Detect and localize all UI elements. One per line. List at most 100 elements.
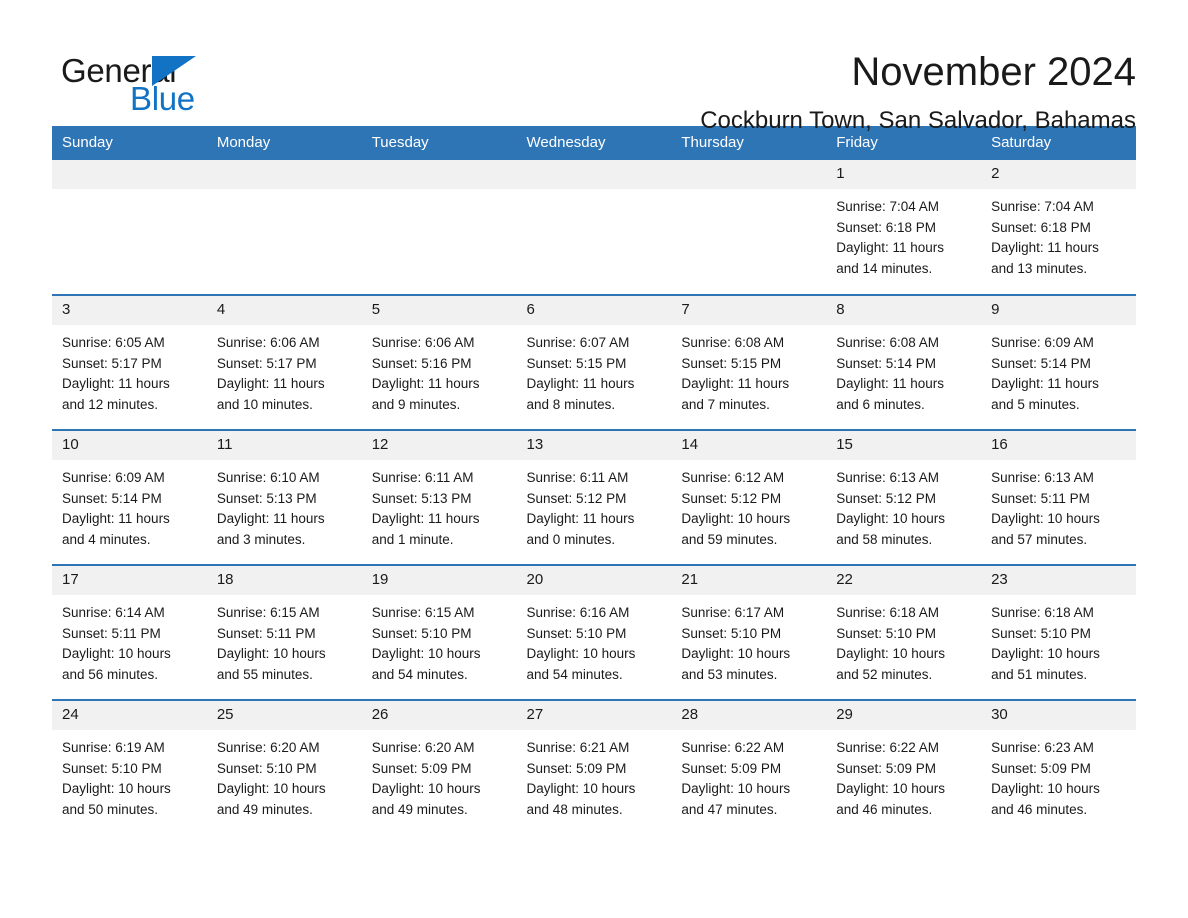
calendar-day-cell[interactable]: 24 Sunrise: 6:19 AM Sunset: 5:10 PM Dayligh… [52, 699, 207, 835]
daylight-text-line2: and 58 minutes. [836, 531, 933, 547]
daylight-text-line2: and 4 minutes. [62, 531, 151, 547]
daylight-text-line1: Daylight: 10 hours [991, 781, 1100, 796]
calendar-day-cell[interactable]: 8 Sunrise: 6:08 AM Sunset: 5:14 PM Daylight… [826, 294, 982, 430]
sunrise-text: Sunrise: 6:07 AM [526, 335, 630, 350]
calendar-day-cell[interactable]: 7 Sunrise: 6:08 AM Sunset: 5:15 PM Daylight… [671, 294, 827, 430]
day-number: 13 [516, 431, 672, 460]
day-number: 4 [206, 296, 362, 325]
calendar-day-cell[interactable]: 22 Sunrise: 6:18 AM Sunset: 5:10 PM Dayligh… [826, 564, 982, 700]
calendar-table: Sunday Monday Tuesday Wednesday Thursday Frid… [52, 126, 1136, 835]
daylight-text-line1: Daylight: 10 hours [681, 511, 791, 526]
sunrise-text: Sunrise: 6:09 AM [991, 335, 1094, 350]
calendar-week-row: 1 Sunrise: 7:04 AM Sunset: 6:18 PM Daylight… [52, 160, 1136, 295]
day-details: Sunrise: 6:13 AM Sunset: 5:12 PM Daylight:… [826, 460, 981, 550]
sunrise-text: Sunrise: 6:10 AM [216, 470, 320, 485]
calendar-day-cell[interactable]: 19 Sunrise: 6:15 AM Sunset: 5:10 PM Dayligh… [361, 564, 517, 700]
day-number [52, 160, 207, 189]
day-number: 26 [361, 701, 517, 730]
sunrise-text: Sunrise: 6:18 AM [991, 605, 1094, 620]
daylight-text-line2: and 54 minutes. [526, 666, 623, 682]
day-number: 23 [981, 566, 1136, 595]
daylight-text-line2: and 14 minutes. [836, 260, 933, 276]
calendar-day-cell[interactable]: 20 Sunrise: 6:16 AM Sunset: 5:10 PM Dayligh… [516, 564, 672, 700]
calendar-day-cell[interactable]: 9 Sunrise: 6:09 AM Sunset: 5:14 PM Daylight… [981, 294, 1136, 430]
daylight-text-line1: Daylight: 10 hours [62, 781, 171, 796]
day-details: Sunrise: 6:13 AM Sunset: 5:11 PM Daylight:… [981, 460, 1136, 550]
daylight-text-line1: Daylight: 11 hours [526, 511, 635, 526]
day-number: 12 [361, 431, 517, 460]
calendar-day-cell[interactable]: 13 Sunrise: 6:11 AM Sunset: 5:12 PM Dayligh… [516, 429, 672, 565]
calendar-page: General Blue November 2024 Cockburn Town… [0, 0, 1188, 918]
calendar-cell-empty [516, 160, 672, 295]
calendar-day-cell[interactable]: 15 Sunrise: 6:13 AM Sunset: 5:12 PM Dayligh… [826, 429, 982, 565]
sunset-text: Sunset: 5:11 PM [991, 490, 1090, 506]
calendar-day-cell[interactable]: 25 Sunrise: 6:20 AM Sunset: 5:10 PM Dayligh… [206, 699, 362, 835]
calendar-day-cell[interactable]: 17 Sunrise: 6:14 AM Sunset: 5:11 PM Dayligh… [52, 564, 207, 700]
sunrise-text: Sunrise: 6:21 AM [526, 740, 630, 755]
sunrise-text: Sunrise: 6:11 AM [371, 470, 474, 485]
calendar-day-cell[interactable]: 29 Sunrise: 6:22 AM Sunset: 5:09 PM Dayligh… [826, 699, 982, 835]
logo-text-blue: Blue [130, 80, 195, 117]
day-number: 10 [52, 431, 207, 460]
daylight-text-line2: and 1 minute. [371, 531, 454, 547]
day-number: 30 [981, 701, 1136, 730]
daylight-text-line1: Daylight: 11 hours [991, 376, 1099, 391]
sunrise-text: Sunrise: 7:04 AM [991, 199, 1094, 214]
calendar-day-cell[interactable]: 18 Sunrise: 6:15 AM Sunset: 5:11 PM Dayligh… [206, 564, 362, 700]
calendar-day-cell[interactable]: 11 Sunrise: 6:10 AM Sunset: 5:13 PM Dayligh… [206, 429, 362, 565]
calendar-day-cell[interactable]: 16 Sunrise: 6:13 AM Sunset: 5:11 PM Dayligh… [981, 429, 1136, 565]
calendar-day-cell[interactable]: 2 Sunrise: 7:04 AM Sunset: 6:18 PM Daylight… [981, 160, 1136, 295]
calendar-day-cell[interactable]: 27 Sunrise: 6:21 AM Sunset: 5:09 PM Dayligh… [516, 699, 672, 835]
calendar-day-cell[interactable]: 14 Sunrise: 6:12 AM Sunset: 5:12 PM Dayligh… [671, 429, 827, 565]
daylight-text-line1: Daylight: 11 hours [371, 511, 480, 526]
sunrise-text: Sunrise: 6:08 AM [836, 335, 940, 350]
day-details: Sunrise: 6:06 AM Sunset: 5:17 PM Daylight:… [207, 325, 362, 415]
calendar-day-cell[interactable]: 21 Sunrise: 6:17 AM Sunset: 5:10 PM Dayligh… [671, 564, 827, 700]
calendar-day-cell[interactable]: 6 Sunrise: 6:07 AM Sunset: 5:15 PM Daylight… [516, 294, 672, 430]
calendar-day-cell[interactable]: 3 Sunrise: 6:05 AM Sunset: 5:17 PM Daylight… [52, 294, 207, 430]
sunset-text: Sunset: 5:09 PM [991, 760, 1091, 776]
daylight-text-line2: and 6 minutes. [836, 396, 925, 412]
calendar-day-cell[interactable]: 12 Sunrise: 6:11 AM Sunset: 5:13 PM Dayligh… [361, 429, 517, 565]
sunrise-text: Sunrise: 6:19 AM [62, 740, 165, 755]
day-number: 2 [981, 160, 1136, 189]
day-details: Sunrise: 6:09 AM Sunset: 5:14 PM Daylight:… [981, 325, 1136, 415]
calendar-day-cell[interactable]: 1 Sunrise: 7:04 AM Sunset: 6:18 PM Daylight… [826, 160, 982, 295]
daylight-text-line2: and 54 minutes. [371, 666, 468, 682]
day-number: 20 [516, 566, 672, 595]
calendar-day-cell[interactable]: 30 Sunrise: 6:23 AM Sunset: 5:09 PM Dayligh… [981, 699, 1136, 835]
daylight-text-line2: and 49 minutes. [371, 801, 468, 817]
calendar-day-cell[interactable]: 23 Sunrise: 6:18 AM Sunset: 5:10 PM Dayligh… [981, 564, 1136, 700]
daylight-text-line1: Daylight: 10 hours [526, 781, 636, 796]
calendar-day-cell[interactable]: 10 Sunrise: 6:09 AM Sunset: 5:14 PM Dayligh… [52, 429, 207, 565]
daylight-text-line2: and 12 minutes. [62, 396, 159, 412]
day-number: 14 [671, 431, 827, 460]
generalblue-logo[interactable]: General Blue [52, 48, 232, 118]
day-number: 28 [671, 701, 827, 730]
day-details: Sunrise: 6:06 AM Sunset: 5:16 PM Daylight:… [362, 325, 517, 415]
calendar-cell-empty [206, 160, 362, 295]
page-title: November 2024 [851, 50, 1136, 94]
sunrise-text: Sunrise: 6:13 AM [991, 470, 1094, 485]
sunset-text: Sunset: 5:10 PM [371, 625, 472, 641]
page-header: General Blue November 2024 Cockburn Town… [0, 0, 1188, 134]
day-details: Sunrise: 6:19 AM Sunset: 5:10 PM Daylight:… [52, 730, 207, 820]
day-details: Sunrise: 6:09 AM Sunset: 5:14 PM Daylight:… [52, 460, 207, 550]
sunrise-text: Sunrise: 6:06 AM [371, 335, 475, 350]
sunset-text: Sunset: 5:11 PM [62, 625, 161, 641]
weekday-header-monday: Monday [206, 126, 362, 160]
calendar-day-cell[interactable]: 4 Sunrise: 6:06 AM Sunset: 5:17 PM Daylight… [206, 294, 362, 430]
day-number: 19 [361, 566, 517, 595]
calendar-day-cell[interactable]: 26 Sunrise: 6:20 AM Sunset: 5:09 PM Dayligh… [361, 699, 517, 835]
daylight-text-line2: and 13 minutes. [991, 260, 1088, 276]
day-number: 29 [826, 701, 982, 730]
sunset-text: Sunset: 5:13 PM [371, 490, 472, 506]
title-block: November 2024 Cockburn Town, San Salvado… [700, 48, 1136, 134]
sunset-text: Sunset: 6:18 PM [836, 219, 937, 235]
calendar-day-cell[interactable]: 5 Sunrise: 6:06 AM Sunset: 5:16 PM Daylight… [361, 294, 517, 430]
sunset-text: Sunset: 5:16 PM [371, 355, 472, 371]
sunrise-text: Sunrise: 6:22 AM [681, 740, 785, 755]
day-details: Sunrise: 6:07 AM Sunset: 5:15 PM Daylight:… [517, 325, 672, 415]
daylight-text-line2: and 52 minutes. [836, 666, 933, 682]
calendar-day-cell[interactable]: 28 Sunrise: 6:22 AM Sunset: 5:09 PM Dayligh… [671, 699, 827, 835]
